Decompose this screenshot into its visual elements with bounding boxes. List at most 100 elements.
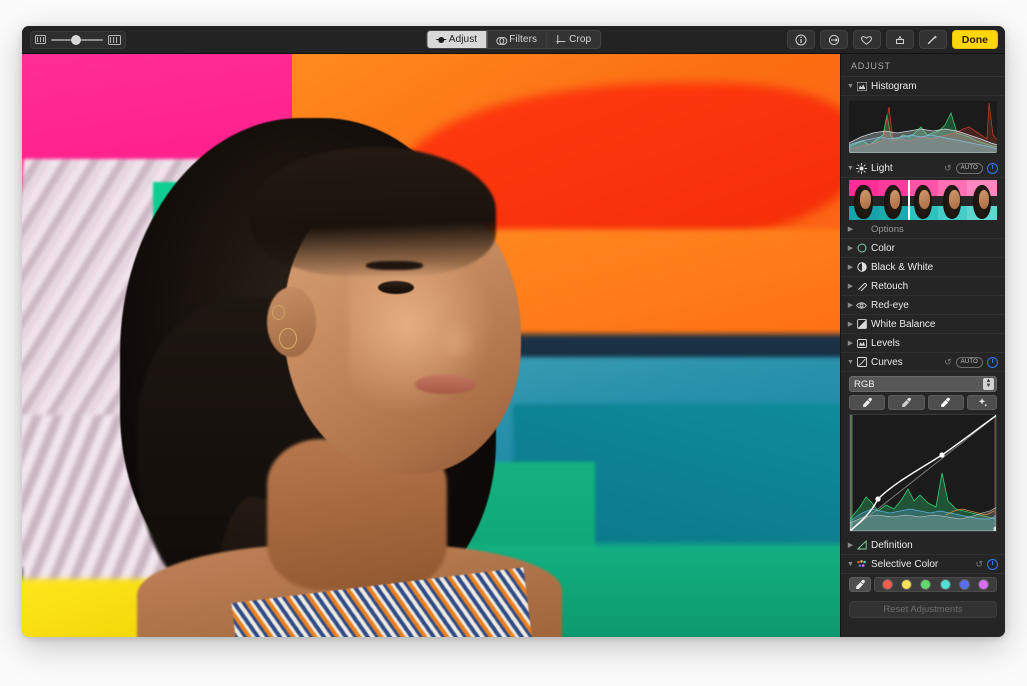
subject-earring [278, 328, 297, 349]
sidebar-item-white-balance-label: White Balance [871, 318, 936, 330]
swatch-blue[interactable] [959, 580, 969, 589]
chevron-right-icon[interactable]: ▶ [846, 340, 855, 347]
sidebar-item-definition[interactable]: ▶ Definition [841, 536, 1005, 555]
rotate-button[interactable] [819, 30, 848, 49]
retouch-icon [855, 281, 868, 291]
large-thumbnail-icon[interactable] [108, 34, 121, 45]
tab-crop-label: Crop [569, 34, 592, 45]
white-point-eyedropper-button[interactable] [927, 395, 964, 410]
eyedropper-icon [862, 397, 872, 407]
chevron-down-icon[interactable]: ▼ [846, 561, 855, 568]
sidebar-item-black-white[interactable]: ▶ Black & White [841, 258, 1005, 277]
light-controls: ↺ AUTO [944, 162, 998, 174]
auto-curve-button[interactable] [966, 395, 997, 410]
revert-icon[interactable]: ↺ [944, 357, 952, 368]
sidebar-item-definition-label: Definition [871, 539, 913, 551]
light-variation-filmstrip[interactable] [849, 180, 997, 220]
chevron-right-icon[interactable]: ▶ [846, 245, 855, 252]
curves-channel-value: RGB [854, 378, 875, 390]
sidebar-item-levels[interactable]: ▶ Levels [841, 334, 1005, 353]
curves-chart[interactable] [849, 414, 997, 532]
light-variation-thumbnail[interactable] [878, 180, 909, 220]
histogram-svg [849, 101, 997, 153]
sidebar-item-selective-color[interactable]: ▼ Selective Color ↺ [841, 555, 1005, 574]
chevron-updown-icon[interactable]: ▲ ▼ [983, 378, 994, 390]
screenshot-root: Adjust Filters Crop Done ADJUST ▼ Histog… [0, 0, 1027, 686]
swatch-green[interactable] [921, 580, 931, 589]
zoom-slider-thumb[interactable] [71, 34, 81, 45]
chevron-down-icon[interactable]: ▼ [846, 165, 855, 172]
sidebar-item-retouch-label: Retouch [871, 280, 909, 292]
selective-color-eyedropper-button[interactable] [849, 577, 871, 592]
zoom-slider-group[interactable] [30, 30, 126, 49]
revert-icon[interactable]: ↺ [975, 559, 983, 570]
sidebar-item-curves[interactable]: ▼ Curves ↺ AUTO [841, 353, 1005, 372]
light-variation-thumbnail[interactable] [908, 180, 938, 220]
magic-wand-icon [928, 34, 938, 44]
chevron-right-icon[interactable]: ▶ [846, 226, 855, 233]
chevron-down-icon[interactable]: ▼ [846, 359, 855, 366]
swatch-yellow[interactable] [902, 580, 912, 589]
chevron-down-icon[interactable]: ▼ [846, 83, 855, 90]
eyedropper-icon [902, 397, 911, 407]
tab-filters[interactable]: Filters [487, 31, 548, 48]
chevron-right-icon[interactable]: ▶ [846, 264, 855, 271]
sidebar-item-options[interactable]: ▶ Options [841, 220, 1005, 239]
sidebar-item-red-eye[interactable]: ▶ Red-eye [841, 296, 1005, 315]
curves-auto-button[interactable]: AUTO [955, 356, 983, 368]
subject-nose [439, 316, 476, 358]
selective-color-toggle[interactable] [987, 558, 998, 570]
revert-icon[interactable]: ↺ [944, 163, 952, 174]
chevron-right-icon[interactable]: ▶ [846, 283, 855, 290]
zoom-slider[interactable] [51, 34, 103, 46]
light-variation-indicator[interactable] [907, 180, 910, 220]
selective-color-swatches[interactable] [874, 577, 997, 592]
curves-channel-select[interactable]: RGB ▲ ▼ [849, 376, 997, 392]
toolbar-right-group: Done [786, 30, 998, 49]
gray-point-eyedropper-button[interactable] [888, 395, 925, 410]
sidebar-item-levels-label: Levels [871, 337, 900, 349]
swatch-red[interactable] [883, 580, 893, 589]
black-white-icon [855, 262, 868, 272]
selective-color-controls: ↺ [975, 558, 998, 570]
tab-crop[interactable]: Crop [547, 31, 600, 48]
sidebar-item-retouch[interactable]: ▶ Retouch [841, 277, 1005, 296]
color-icon [855, 243, 868, 253]
sidebar-item-white-balance[interactable]: ▶ White Balance [841, 315, 1005, 334]
histogram-chart [849, 101, 997, 153]
sidebar-item-light-label: Light [871, 162, 893, 174]
red-eye-icon [855, 301, 868, 310]
editor-mode-segmented-control[interactable]: Adjust Filters Crop [425, 30, 602, 49]
sidebar-item-light[interactable]: ▼ Light ↺ AUTO [841, 159, 1005, 178]
done-label: Done [961, 33, 988, 46]
editor-toolbar: Adjust Filters Crop Done [22, 26, 1005, 54]
swatch-magenta[interactable] [978, 580, 988, 589]
favorite-button[interactable] [852, 30, 881, 49]
sidebar-item-options-label: Options [871, 223, 904, 235]
black-point-eyedropper-button[interactable] [849, 395, 886, 410]
light-auto-button[interactable]: AUTO [955, 162, 983, 174]
light-variation-thumbnail[interactable] [967, 180, 997, 220]
sidebar-item-histogram[interactable]: ▼ Histogram [841, 77, 1005, 96]
info-button[interactable] [786, 30, 815, 49]
photo-canvas[interactable] [22, 54, 840, 637]
reset-adjustments-button[interactable]: Reset Adjustments [849, 601, 997, 618]
enhance-button[interactable] [918, 30, 947, 49]
tab-adjust-label: Adjust [448, 34, 478, 45]
tab-adjust[interactable]: Adjust [426, 31, 488, 48]
chevron-right-icon[interactable]: ▶ [846, 321, 855, 328]
chevron-right-icon[interactable]: ▶ [846, 302, 855, 309]
photos-editor-window: Adjust Filters Crop Done ADJUST ▼ Histog… [22, 26, 1005, 637]
curves-toggle[interactable] [987, 356, 998, 368]
light-variation-thumbnail[interactable] [849, 180, 879, 220]
done-button[interactable]: Done [951, 30, 998, 49]
chevron-right-icon[interactable]: ▶ [846, 542, 855, 549]
small-thumbnail-icon[interactable] [35, 35, 46, 44]
curves-icon [855, 357, 868, 367]
light-variation-thumbnail[interactable] [937, 180, 968, 220]
sidebar-item-color[interactable]: ▶ Color [841, 239, 1005, 258]
swatch-cyan[interactable] [940, 580, 950, 589]
light-toggle[interactable] [987, 162, 998, 174]
adjust-sidebar: ADJUST ▼ Histogram ▼ Light ↺ AUTO ▶ Opti… [840, 54, 1005, 637]
markup-button[interactable] [885, 30, 914, 49]
